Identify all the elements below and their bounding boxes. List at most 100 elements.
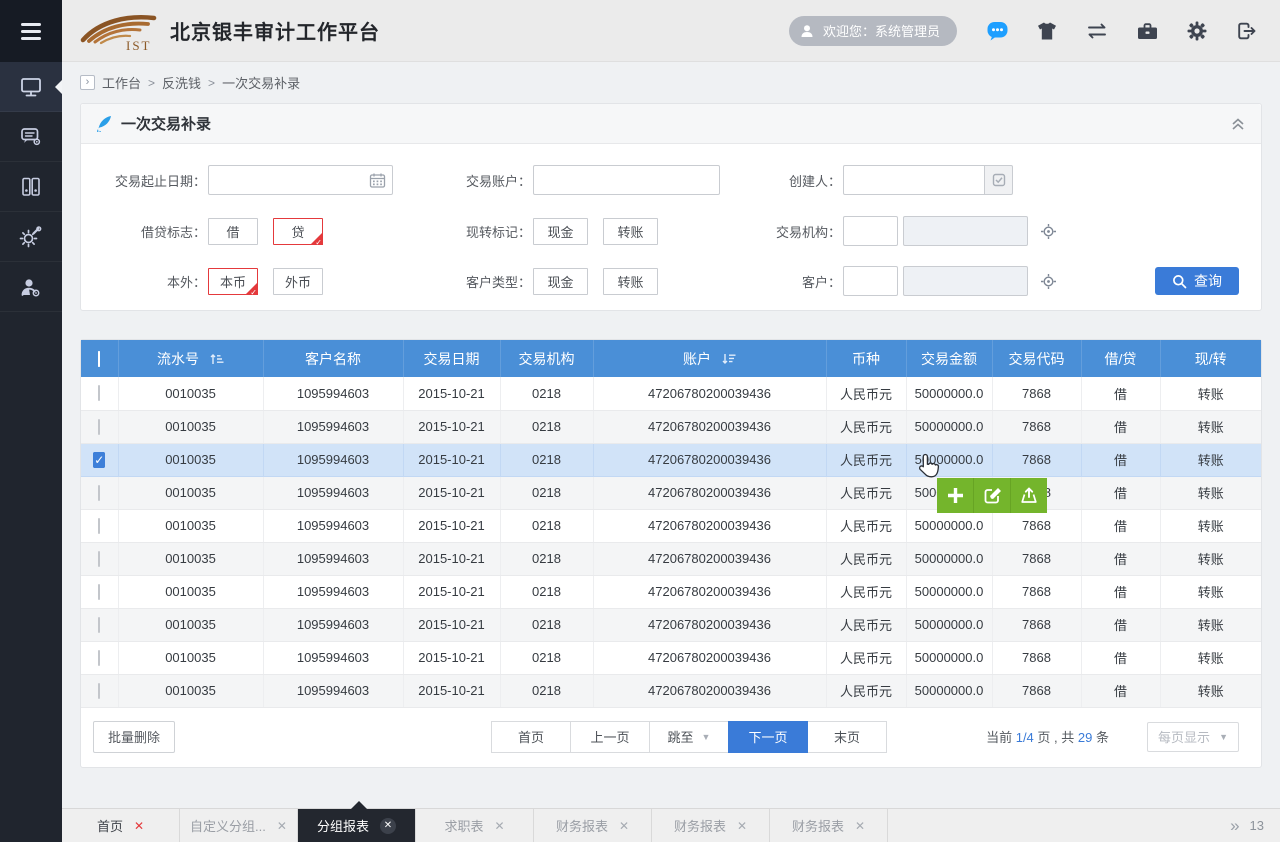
tab-2[interactable]: 自定义分组...✕ <box>180 809 298 842</box>
row-checkbox[interactable] <box>98 518 100 534</box>
org-code-input[interactable] <box>843 216 898 246</box>
table-row[interactable]: ✓001003510959946032015-10-21021847206780… <box>81 443 1261 476</box>
jump-to-button[interactable]: 跳至▼ <box>649 721 729 753</box>
tab-label: 财务报表 <box>556 816 608 835</box>
table-cell: 人民币元 <box>826 443 906 476</box>
option-button[interactable]: 转账 <box>603 218 658 245</box>
sidebar-item-archives[interactable] <box>0 162 62 212</box>
option-button[interactable]: 外币 <box>273 268 323 295</box>
sort-asc-icon[interactable] <box>209 352 224 366</box>
sidebar-item-messages[interactable] <box>0 112 62 162</box>
upload-row-button[interactable] <box>1011 478 1047 513</box>
tab-4[interactable]: 求职表✕ <box>416 809 534 842</box>
logout-icon[interactable] <box>1235 20 1258 42</box>
row-checkbox[interactable] <box>98 584 100 600</box>
breadcrumb-item[interactable]: 反洗钱 <box>162 73 201 92</box>
close-icon[interactable]: ✕ <box>277 819 287 833</box>
row-checkbox[interactable] <box>98 419 100 435</box>
tab-3[interactable]: 分组报表✕ <box>298 809 416 842</box>
calendar-icon[interactable] <box>369 172 386 194</box>
row-checkbox[interactable] <box>98 385 100 401</box>
table-row[interactable]: 001003510959946032015-10-210218472067802… <box>81 608 1261 641</box>
select-all-checkbox[interactable] <box>98 351 100 367</box>
row-checkbox[interactable] <box>98 485 100 501</box>
account-input[interactable] <box>533 165 720 195</box>
settings-icon[interactable] <box>1186 20 1208 42</box>
sidebar-item-workbench[interactable] <box>0 62 62 112</box>
chevron-double-right-icon[interactable]: » <box>1230 816 1239 836</box>
swap-icon[interactable] <box>1085 20 1109 42</box>
table-row[interactable]: 001003510959946032015-10-210218472067802… <box>81 641 1261 674</box>
menu-toggle-button[interactable] <box>0 0 62 62</box>
tshirt-icon[interactable] <box>1036 20 1058 42</box>
breadcrumb-item[interactable]: 一次交易补录 <box>222 73 300 92</box>
table-cell: 47206780200039436 <box>593 674 826 707</box>
first-page-button[interactable]: 首页 <box>491 721 571 753</box>
table-cell: 0010035 <box>118 575 263 608</box>
tab-6[interactable]: 财务报表✕ <box>652 809 770 842</box>
row-checkbox[interactable] <box>98 650 100 666</box>
breadcrumb-item[interactable]: 工作台 <box>102 73 141 92</box>
option-button[interactable]: 现金 <box>533 268 588 295</box>
page-info: 当前 1/4 页 , 共 29 条 <box>986 708 1109 767</box>
option-button[interactable]: 贷 <box>273 218 323 245</box>
option-button[interactable]: 转账 <box>603 268 658 295</box>
top-header: IST 北京银丰审计工作平台 欢迎您：系统管理员 <box>62 0 1280 62</box>
tab-7[interactable]: 财务报表✕ <box>770 809 888 842</box>
row-checkbox[interactable] <box>98 617 100 633</box>
add-row-button[interactable] <box>937 478 974 513</box>
page-size-select[interactable]: 每页显示▼ <box>1147 722 1239 752</box>
row-action-toolbar <box>937 478 1047 513</box>
row-checkbox[interactable]: ✓ <box>93 452 105 468</box>
search-button[interactable]: 查询 <box>1155 267 1239 295</box>
next-page-button[interactable]: 下一页 <box>728 721 808 753</box>
sort-desc-icon[interactable] <box>721 352 736 366</box>
close-icon[interactable]: ✕ <box>737 819 747 833</box>
close-icon[interactable]: ✕ <box>380 818 396 834</box>
sidebar-item-system-settings[interactable] <box>0 212 62 262</box>
tab-1[interactable]: 首页✕ <box>62 809 180 842</box>
table-row[interactable]: 001003510959946032015-10-210218472067802… <box>81 509 1261 542</box>
crosshair-icon <box>1040 223 1057 240</box>
option-button[interactable]: 借 <box>208 218 258 245</box>
tab-5[interactable]: 财务报表 ✕ <box>534 809 652 842</box>
table-row[interactable]: 001003510959946032015-10-210218472067802… <box>81 476 1261 509</box>
table-cell: 1095994603 <box>263 641 403 674</box>
table-row[interactable]: 001003510959946032015-10-210218472067802… <box>81 674 1261 707</box>
table-cell: 50000000.0 <box>906 575 992 608</box>
org-locate-button[interactable] <box>1040 223 1057 240</box>
table-cell: 0218 <box>500 476 593 509</box>
edit-row-button[interactable] <box>974 478 1011 513</box>
table-cell: 7868 <box>992 377 1081 410</box>
table-cell: 1095994603 <box>263 608 403 641</box>
creator-select-button[interactable] <box>985 165 1013 195</box>
row-checkbox[interactable] <box>98 551 100 567</box>
chevron-down-icon: ▼ <box>1219 732 1228 742</box>
customer-code-input[interactable] <box>843 266 898 296</box>
row-checkbox[interactable] <box>98 683 100 699</box>
user-welcome-pill[interactable]: 欢迎您：系统管理员 <box>789 16 957 46</box>
creator-input[interactable] <box>843 165 985 195</box>
briefcase-icon[interactable] <box>1136 20 1159 42</box>
option-button[interactable]: 现金 <box>533 218 588 245</box>
close-icon[interactable]: ✕ <box>855 819 865 833</box>
close-icon[interactable]: ✕ <box>134 819 144 833</box>
table-row[interactable]: 001003510959946032015-10-210218472067802… <box>81 410 1261 443</box>
table-row[interactable]: 001003510959946032015-10-210218472067802… <box>81 542 1261 575</box>
collapse-panel-button[interactable] <box>1230 117 1246 131</box>
option-button[interactable]: 本币 <box>208 268 258 295</box>
last-page-button[interactable]: 末页 <box>807 721 887 753</box>
prev-page-button[interactable]: 上一页 <box>570 721 650 753</box>
table-row[interactable]: 001003510959946032015-10-210218472067802… <box>81 377 1261 410</box>
sidebar-item-user-management[interactable] <box>0 262 62 312</box>
message-icon[interactable] <box>986 20 1009 42</box>
customer-locate-button[interactable] <box>1040 273 1057 290</box>
table-cell: 0010035 <box>118 410 263 443</box>
close-icon[interactable]: ✕ <box>619 819 629 833</box>
batch-delete-button[interactable]: 批量删除 <box>93 721 175 753</box>
date-range-input[interactable] <box>208 165 393 195</box>
table-cell: 7868 <box>992 542 1081 575</box>
close-icon[interactable]: ✕ <box>494 819 504 833</box>
table-cell: 47206780200039436 <box>593 542 826 575</box>
table-row[interactable]: 001003510959946032015-10-210218472067802… <box>81 575 1261 608</box>
